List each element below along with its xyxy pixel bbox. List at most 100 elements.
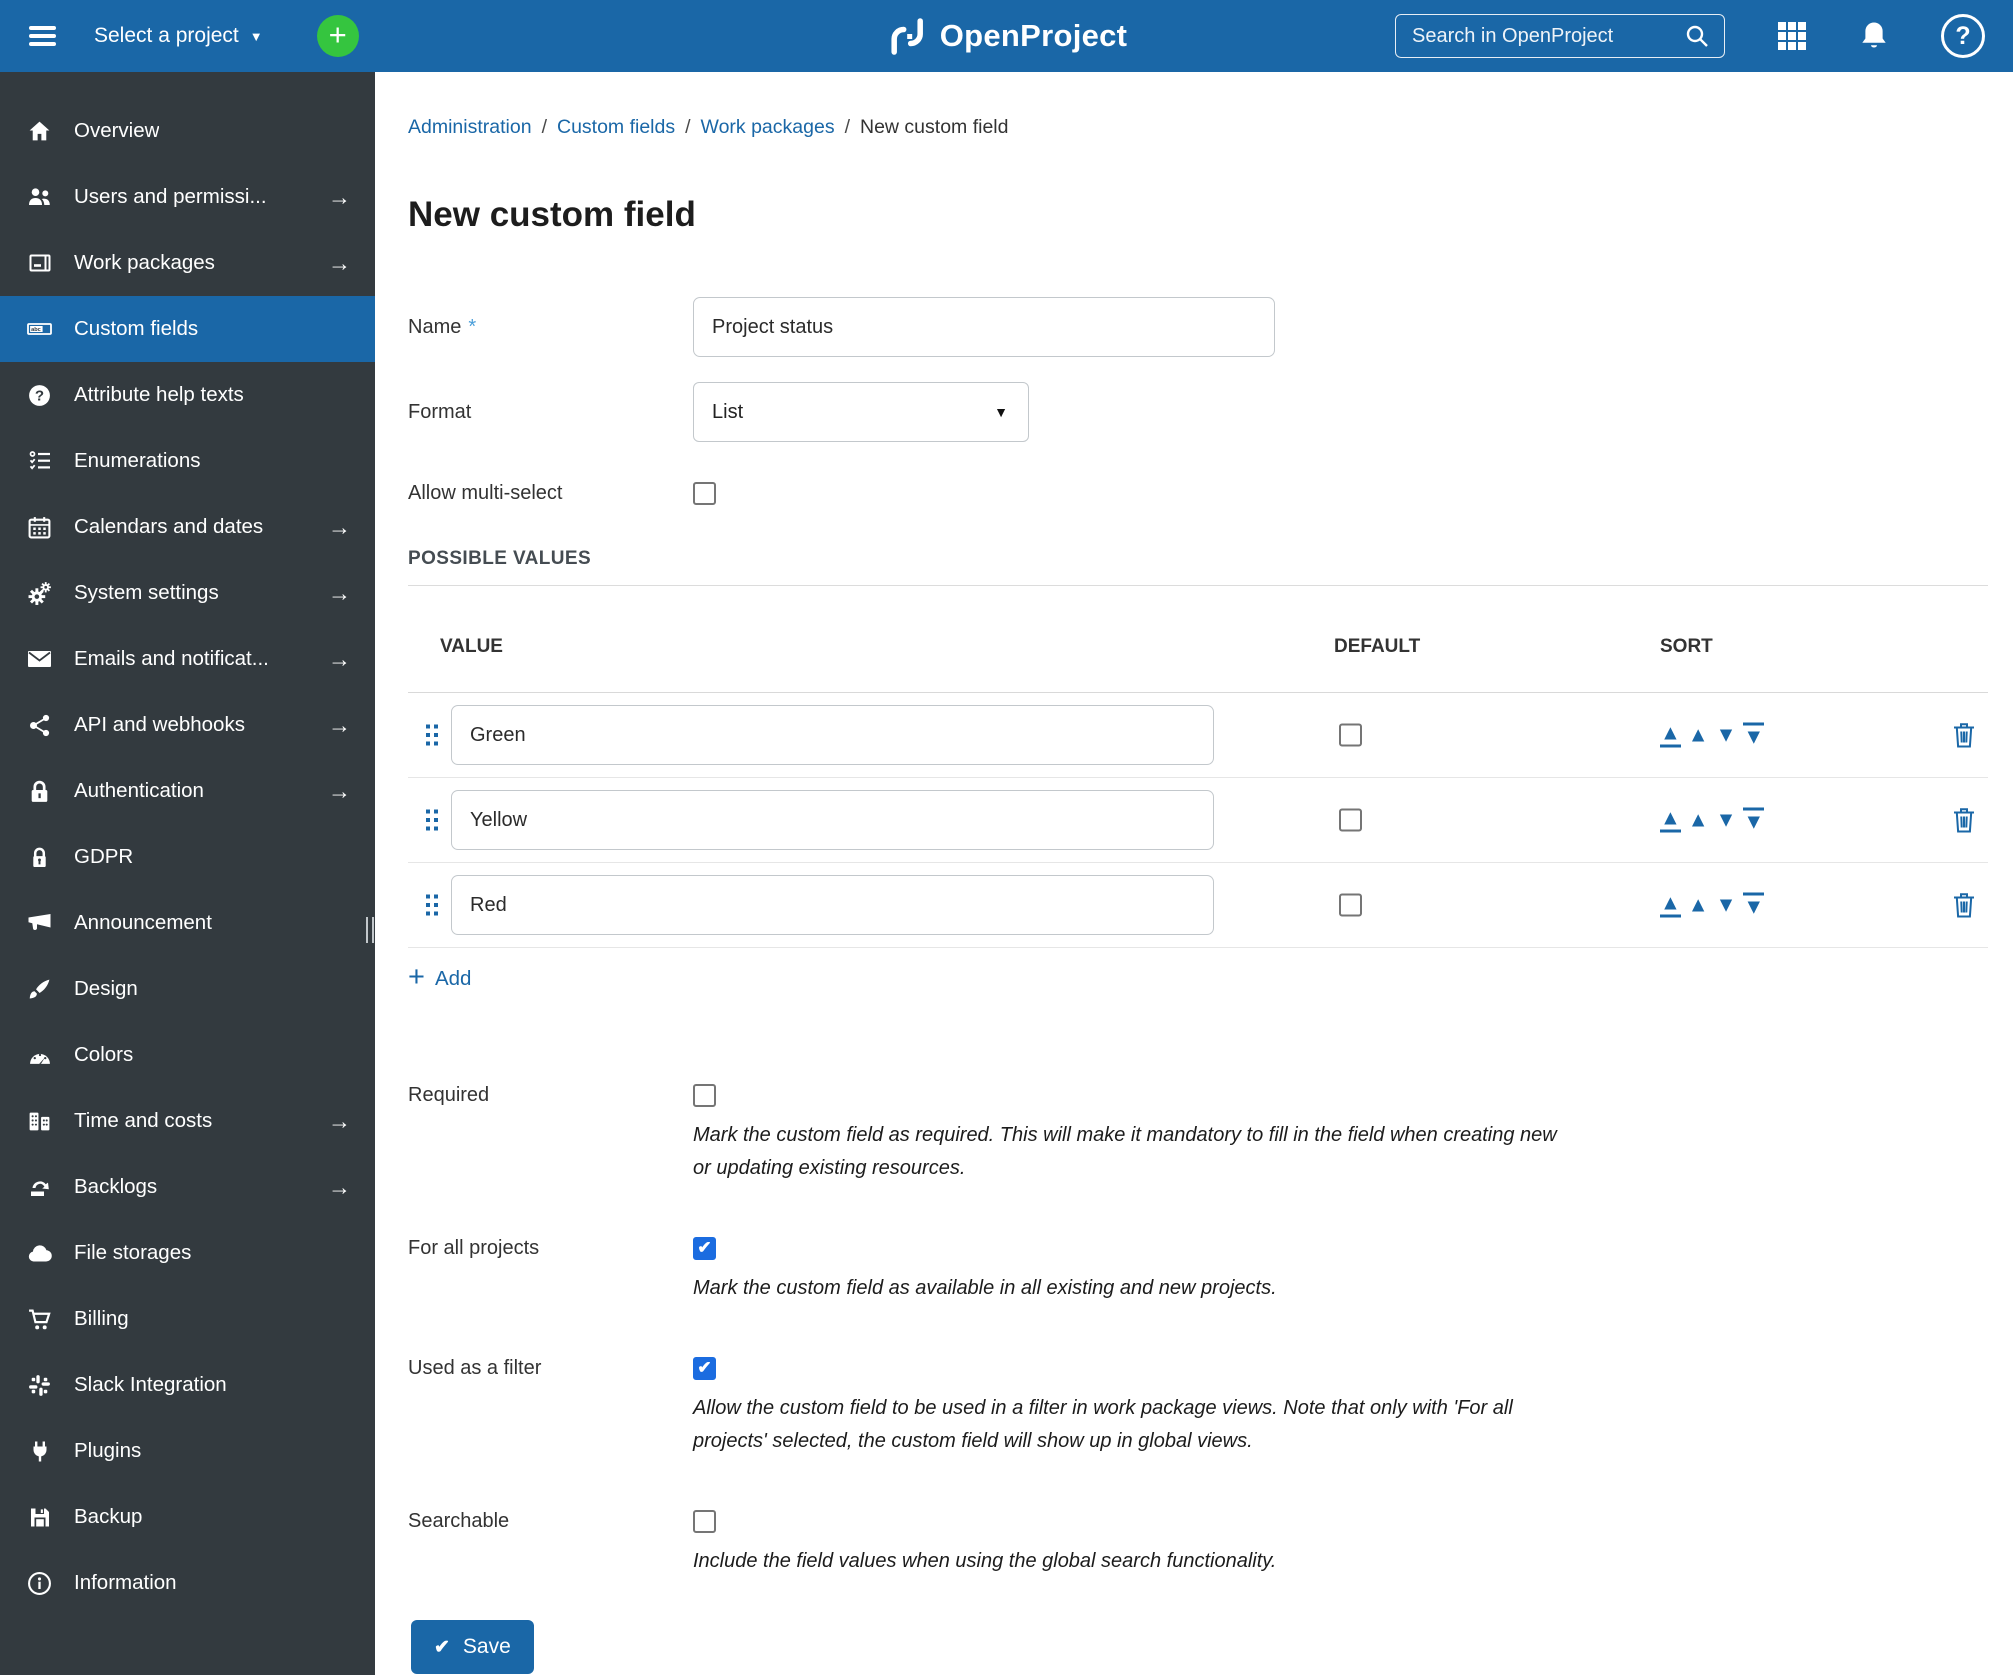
sidebar-item-system-settings[interactable]: System settings → [0, 560, 375, 626]
format-select[interactable]: List ▼ [693, 382, 1029, 442]
value-row-green: ▲ ▲ ▼ ▼ [408, 693, 1988, 778]
admin-sidebar: Overview Users and permissi... → Work packa… [0, 72, 375, 1675]
sidebar-item-users-and-permissi[interactable]: Users and permissi... → [0, 164, 375, 230]
default-checkbox[interactable] [1339, 723, 1362, 747]
global-search-input[interactable] [1412, 24, 1684, 48]
sidebar-item-label: Colors [74, 1043, 134, 1066]
breadcrumb-separator: / [541, 116, 547, 138]
sidebar-item-time-and-costs[interactable]: Time and costs → [0, 1088, 375, 1154]
hamburger-menu-icon[interactable] [29, 26, 56, 46]
move-down-icon[interactable]: ▼ [1716, 725, 1737, 746]
sidebar-scrollbar-thumb[interactable] [366, 917, 374, 943]
sidebar-item-overview[interactable]: Overview [0, 98, 375, 164]
sidebar-item-api-and-webhooks[interactable]: API and webhooks → [0, 692, 375, 758]
move-to-bottom-icon[interactable]: ▼ [1743, 722, 1765, 748]
add-project-button[interactable]: + [316, 15, 359, 57]
info-circle-icon [26, 1571, 53, 1596]
sidebar-item-custom-fields[interactable]: abc Custom fields [0, 296, 375, 362]
searchable-checkbox[interactable] [693, 1510, 716, 1533]
format-field-row: Format List ▼ [408, 382, 1988, 442]
sidebar-item-calendars-and-dates[interactable]: Calendars and dates → [0, 494, 375, 560]
share-nodes-icon [26, 713, 53, 738]
chevron-down-icon: ▼ [249, 28, 263, 44]
sidebar-item-announcement[interactable]: Announcement [0, 890, 375, 956]
name-label: Name * [408, 315, 477, 338]
option-row-searchable: Searchable Include the field values when … [408, 1510, 1988, 1578]
sidebar-item-authentication[interactable]: Authentication → [0, 758, 375, 824]
sidebar-item-enumerations[interactable]: Enumerations [0, 428, 375, 494]
sidebar-item-backlogs[interactable]: Backlogs → [0, 1154, 375, 1220]
save-button[interactable]: ✔ Save [411, 1620, 534, 1674]
home-icon [26, 119, 53, 144]
value-input[interactable] [451, 875, 1214, 935]
option-rows: Required Mark the custom field as require… [408, 1084, 1988, 1578]
sidebar-item-work-packages[interactable]: Work packages → [0, 230, 375, 296]
name-field-row: Name * [408, 297, 1988, 357]
breadcrumb-separator: / [685, 116, 691, 138]
move-to-bottom-icon[interactable]: ▼ [1743, 807, 1765, 833]
used-as-a-filter-checkbox[interactable] [693, 1357, 716, 1380]
drag-handle-icon[interactable] [426, 809, 439, 831]
sidebar-item-label: Information [74, 1571, 177, 1594]
move-up-icon[interactable]: ▲ [1688, 725, 1709, 746]
move-down-icon[interactable]: ▼ [1716, 810, 1737, 831]
add-value-button[interactable]: + Add [408, 962, 528, 996]
sidebar-item-label: Slack Integration [74, 1373, 227, 1396]
sidebar-item-design[interactable]: Design [0, 956, 375, 1022]
move-up-icon[interactable]: ▲ [1688, 810, 1709, 831]
backlogs-icon [26, 1175, 53, 1199]
name-input[interactable] [693, 297, 1275, 357]
value-row-red: ▲ ▲ ▼ ▼ [408, 863, 1988, 948]
move-to-top-icon[interactable]: ▲ [1660, 723, 1681, 748]
sidebar-item-attribute-help-texts[interactable]: ? Attribute help texts [0, 362, 375, 428]
drag-handle-icon[interactable] [426, 894, 439, 916]
plus-icon: + [408, 961, 425, 993]
breadcrumb-link-custom-fields[interactable]: Custom fields [557, 116, 675, 138]
move-to-top-icon[interactable]: ▲ [1660, 893, 1681, 918]
move-down-icon[interactable]: ▼ [1716, 895, 1737, 916]
move-to-top-icon[interactable]: ▲ [1660, 808, 1681, 833]
default-checkbox[interactable] [1339, 893, 1362, 917]
global-search-box [1395, 14, 1725, 58]
delete-value-icon[interactable] [1952, 721, 1976, 749]
check-icon: ✔ [434, 1636, 450, 1658]
plug-icon [26, 1439, 53, 1464]
sidebar-item-billing[interactable]: Billing [0, 1286, 375, 1352]
move-to-bottom-icon[interactable]: ▼ [1743, 892, 1765, 918]
breadcrumb: Administration / Custom fields / Work packag… [408, 116, 1988, 139]
value-row-yellow: ▲ ▲ ▼ ▼ [408, 778, 1988, 863]
sidebar-item-label: Attribute help texts [74, 383, 244, 406]
breadcrumb-link-administration[interactable]: Administration [408, 116, 532, 138]
allow-multi-select-checkbox[interactable] [693, 481, 716, 505]
sidebar-item-plugins[interactable]: Plugins [0, 1418, 375, 1484]
sidebar-item-backup[interactable]: Backup [0, 1484, 375, 1550]
sidebar-item-slack-integration[interactable]: Slack Integration [0, 1352, 375, 1418]
sidebar-item-file-storages[interactable]: File storages [0, 1220, 375, 1286]
select-project-label: Select a project [94, 24, 239, 47]
required-checkbox[interactable] [693, 1084, 716, 1107]
move-up-icon[interactable]: ▲ [1688, 895, 1709, 916]
sidebar-item-label: Users and permissi... [74, 185, 267, 208]
sidebar-item-gdpr[interactable]: GDPR [0, 824, 375, 890]
sidebar-item-label: GDPR [74, 845, 134, 868]
drag-handle-icon[interactable] [426, 724, 439, 746]
select-project-dropdown[interactable]: Select a project ▼ [94, 24, 263, 48]
breadcrumb-link-work-packages[interactable]: Work packages [701, 116, 835, 138]
delete-value-icon[interactable] [1952, 891, 1976, 919]
value-input[interactable] [451, 790, 1214, 850]
arrow-right-icon: → [328, 513, 351, 540]
for-all-projects-checkbox[interactable] [693, 1237, 716, 1260]
arrow-right-icon: → [328, 711, 351, 738]
sidebar-item-information[interactable]: Information [0, 1550, 375, 1616]
sidebar-item-emails-and-notificat[interactable]: Emails and notificat... → [0, 626, 375, 692]
custom-fields-icon: abc [26, 317, 53, 341]
sidebar-item-colors[interactable]: Colors [0, 1022, 375, 1088]
arrow-right-icon: → [328, 777, 351, 804]
default-checkbox[interactable] [1339, 808, 1362, 832]
search-icon[interactable] [1684, 23, 1710, 49]
apps-grid-icon[interactable] [1777, 21, 1807, 51]
notifications-bell-icon[interactable] [1859, 20, 1889, 52]
value-input[interactable] [451, 705, 1214, 765]
delete-value-icon[interactable] [1952, 806, 1976, 834]
help-icon[interactable]: ? [1941, 14, 1985, 58]
